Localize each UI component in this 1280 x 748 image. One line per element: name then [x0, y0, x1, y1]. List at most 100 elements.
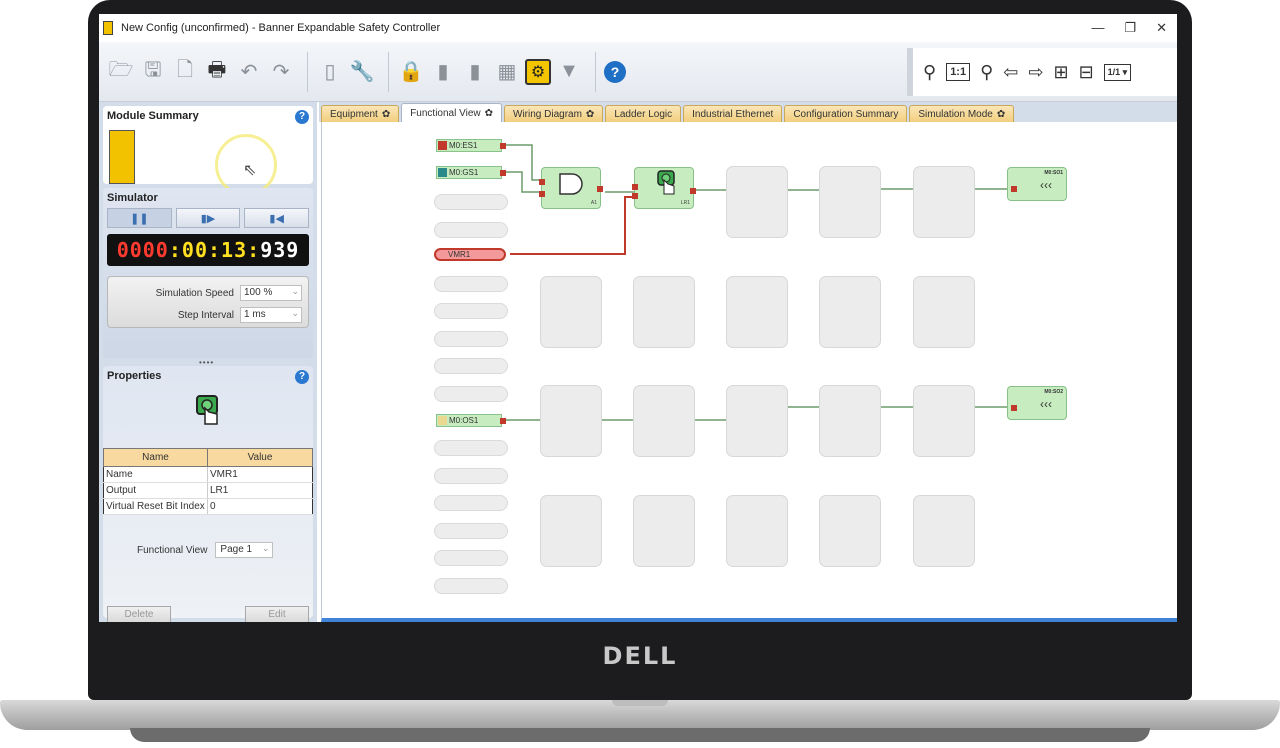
device-icon[interactable]: ▮	[429, 57, 457, 87]
empty-logic-slot[interactable]	[726, 166, 788, 238]
step-interval-select[interactable]: 1 ms	[240, 306, 302, 323]
empty-logic-slot[interactable]	[913, 385, 975, 457]
empty-input-slot[interactable]	[434, 550, 508, 566]
table-row[interactable]: Output LR1	[103, 482, 313, 499]
empty-input-slot[interactable]	[434, 194, 508, 210]
input-port[interactable]	[632, 193, 638, 199]
maximize-button[interactable]: ❐	[1124, 20, 1136, 36]
functional-view-canvas[interactable]: M0:ES1 M0:GS1 VMR1 M0:OS1 A1 LR1 M0:SO1 …	[321, 122, 1177, 622]
zoom-out-icon[interactable]: ⚲	[923, 62, 936, 83]
tab-simulation-mode[interactable]: Simulation Mode ✿	[909, 105, 1015, 122]
tab-ladder-logic[interactable]: Ladder Logic	[605, 105, 682, 122]
module-image[interactable]	[109, 130, 135, 184]
empty-logic-slot[interactable]	[540, 385, 602, 457]
tab-wiring-diagram[interactable]: Wiring Diagram ✿	[504, 105, 604, 122]
network-icon[interactable]: ▦	[493, 57, 521, 87]
zoom-in-icon[interactable]: ⚲	[980, 62, 993, 83]
output-so2[interactable]: M0:SO2 ‹‹‹	[1007, 386, 1067, 420]
output-port[interactable]	[597, 186, 603, 192]
close-button[interactable]: ✕	[1156, 20, 1167, 36]
empty-input-slot[interactable]	[434, 276, 508, 292]
output-port[interactable]	[500, 418, 506, 424]
output-so1[interactable]: M0:SO1 ‹‹‹	[1007, 167, 1067, 201]
zoom-reset-button[interactable]: 1:1	[946, 63, 971, 81]
minimize-button[interactable]: —	[1091, 20, 1104, 36]
empty-input-slot[interactable]	[434, 331, 508, 347]
empty-logic-slot[interactable]	[540, 495, 602, 567]
device2-icon[interactable]: ▮	[461, 57, 489, 87]
input-gs1[interactable]: M0:GS1	[436, 166, 506, 179]
add-page-icon[interactable]: ⊞	[1053, 62, 1068, 83]
latch-reset-block[interactable]: LR1	[632, 167, 696, 209]
empty-input-slot[interactable]	[434, 358, 508, 374]
properties-panel: Properties ? Name Value Name VMR1 Output	[103, 366, 313, 622]
empty-input-slot[interactable]	[434, 468, 508, 484]
empty-input-slot[interactable]	[434, 222, 508, 238]
input-es1[interactable]: M0:ES1	[436, 139, 506, 152]
edit-button[interactable]: Edit	[245, 606, 309, 622]
empty-logic-slot[interactable]	[819, 385, 881, 457]
empty-logic-slot[interactable]	[819, 495, 881, 567]
input-vmr1[interactable]: VMR1	[434, 248, 506, 261]
open-folder-icon[interactable]: 🗁	[107, 57, 135, 87]
empty-logic-slot[interactable]	[913, 166, 975, 238]
redo-icon[interactable]: ↷	[267, 57, 295, 87]
input-port[interactable]	[539, 179, 545, 185]
tab-functional-view[interactable]: Functional View ✿	[401, 103, 503, 122]
empty-logic-slot[interactable]	[633, 495, 695, 567]
empty-input-slot[interactable]	[434, 386, 508, 402]
empty-logic-slot[interactable]	[726, 385, 788, 457]
remove-page-icon[interactable]: ⊟	[1079, 62, 1094, 83]
module-icon[interactable]: ▯	[316, 57, 344, 87]
arrow-right-icon[interactable]: ⇨	[1028, 62, 1043, 83]
help-icon[interactable]: ?	[295, 110, 309, 124]
wrench-icon[interactable]: 🔧	[348, 57, 376, 87]
arrow-left-icon[interactable]: ⇦	[1003, 62, 1018, 83]
save-icon[interactable]: 🖫	[139, 57, 167, 87]
empty-logic-slot[interactable]	[913, 495, 975, 567]
empty-input-slot[interactable]	[434, 578, 508, 594]
lock-icon[interactable]: 🔒	[397, 57, 425, 87]
output-port[interactable]	[500, 170, 506, 176]
empty-logic-slot[interactable]	[819, 166, 881, 238]
input-port[interactable]	[539, 191, 545, 197]
undo-icon[interactable]: ↶	[235, 57, 263, 87]
tab-industrial-ethernet[interactable]: Industrial Ethernet	[683, 105, 783, 122]
empty-input-slot[interactable]	[434, 440, 508, 456]
delete-button[interactable]: Delete	[107, 606, 171, 622]
table-row[interactable]: Virtual Reset Bit Index 0	[103, 498, 313, 515]
empty-logic-slot[interactable]	[633, 276, 695, 348]
and-block[interactable]: A1	[539, 167, 603, 209]
tab-configuration-summary[interactable]: Configuration Summary	[784, 105, 908, 122]
tab-equipment[interactable]: Equipment ✿	[321, 105, 400, 122]
step-button[interactable]: ▮▶	[175, 208, 241, 228]
help-icon[interactable]: ?	[604, 60, 626, 83]
new-file-icon[interactable]: 🗋	[171, 57, 199, 87]
input-os1[interactable]: M0:OS1	[436, 414, 506, 427]
page-selector[interactable]: 1/1 ▾	[1103, 63, 1132, 81]
table-row[interactable]: Name VMR1	[103, 466, 313, 483]
empty-input-slot[interactable]	[434, 495, 508, 511]
output-port[interactable]	[690, 188, 696, 194]
speed-select[interactable]: 100 %	[240, 284, 302, 301]
empty-logic-slot[interactable]	[819, 276, 881, 348]
empty-logic-slot[interactable]	[726, 276, 788, 348]
reset-button[interactable]: ▮◀	[244, 208, 310, 228]
pause-button[interactable]: ❚❚	[107, 208, 172, 228]
input-port[interactable]	[1011, 186, 1017, 192]
input-port[interactable]	[1011, 405, 1017, 411]
empty-input-slot[interactable]	[434, 303, 508, 319]
functional-view-select[interactable]: Page 1	[215, 541, 274, 558]
output-port[interactable]	[500, 143, 506, 149]
plug-icon[interactable]: ▼	[555, 57, 583, 87]
input-port[interactable]	[632, 184, 638, 190]
print-icon[interactable]: 🖶	[203, 57, 231, 87]
empty-input-slot[interactable]	[434, 523, 508, 539]
gear-icon[interactable]: ⚙	[525, 58, 551, 85]
help-icon[interactable]: ?	[295, 370, 309, 384]
empty-logic-slot[interactable]	[633, 385, 695, 457]
empty-logic-slot[interactable]	[540, 276, 602, 348]
simulator-panel: Simulator ❚❚ ▮▶ ▮◀ 0000:00:13:939 Simula…	[103, 188, 313, 358]
empty-logic-slot[interactable]	[726, 495, 788, 567]
empty-logic-slot[interactable]	[913, 276, 975, 348]
